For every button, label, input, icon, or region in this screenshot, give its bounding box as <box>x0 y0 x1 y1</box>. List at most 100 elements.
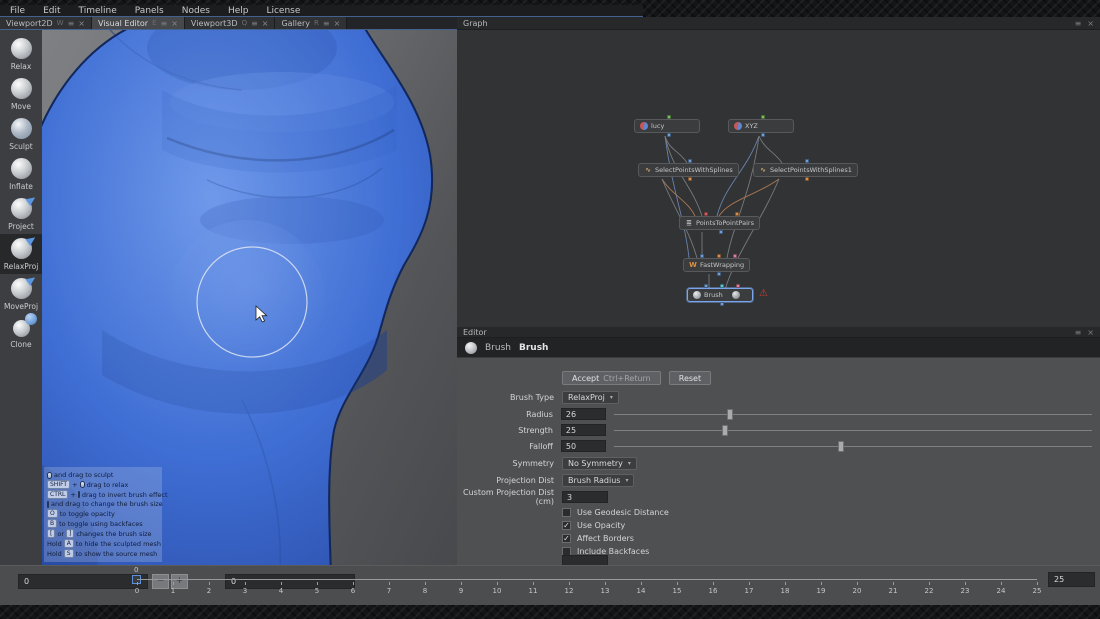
tab[interactable]: Viewport3D Q ≡ × <box>185 17 276 29</box>
tab[interactable]: Viewport2D W ≡ × <box>0 17 92 29</box>
node-port[interactable] <box>805 177 809 181</box>
tool-label: Project <box>8 222 34 231</box>
reset-button[interactable]: Reset <box>669 371 711 385</box>
custom-projection-dist-field[interactable]: 3 <box>562 491 608 503</box>
help-text: to hide the sculpted mesh <box>76 540 161 548</box>
menu-item[interactable]: Timeline <box>79 6 117 16</box>
radius-field[interactable]: 26 <box>561 408 607 420</box>
graph-node[interactable]: XYZ ⚠ <box>728 119 794 133</box>
symmetry-dropdown[interactable]: No Symmetry ▾ <box>562 457 637 470</box>
tab[interactable]: Gallery R ≡ × <box>275 17 347 29</box>
accept-button[interactable]: Accept Ctrl+Return <box>562 371 661 385</box>
timeline-end-field[interactable]: 25 <box>1048 572 1095 587</box>
menu-item[interactable]: Nodes <box>182 6 210 16</box>
tool-button[interactable]: Clone <box>0 314 42 352</box>
tab-shortcut: R <box>314 19 319 27</box>
help-text: Hold <box>47 550 62 558</box>
node-port[interactable] <box>717 254 721 258</box>
brush-type-dropdown[interactable]: RelaxProj ▾ <box>562 391 619 404</box>
node-port[interactable] <box>667 115 671 119</box>
viewport-3d[interactable]: and drag to sculptSHIFT+drag to relaxCTR… <box>42 30 457 565</box>
panel-menu-icon[interactable]: ≡ <box>1075 19 1082 28</box>
node-port[interactable] <box>717 272 721 276</box>
accept-shortcut: Ctrl+Return <box>603 374 650 383</box>
strength-slider[interactable] <box>614 424 1092 436</box>
node-name-text: Brush <box>519 343 548 353</box>
checkbox[interactable] <box>562 534 571 543</box>
slider-handle[interactable] <box>838 441 844 452</box>
clipped-row-field[interactable] <box>562 555 608 565</box>
node-port[interactable] <box>735 212 739 216</box>
panel-menu-icon[interactable]: ≡ <box>1075 328 1082 337</box>
node-port[interactable] <box>720 302 724 306</box>
node-port[interactable] <box>704 212 708 216</box>
checkbox[interactable] <box>562 521 571 530</box>
tool-button[interactable]: Move <box>0 74 42 114</box>
tab-close-icon[interactable]: × <box>262 19 269 28</box>
help-text: to toggle using backfaces <box>59 520 143 528</box>
key-badge: [ <box>47 529 55 538</box>
menu-item[interactable]: Panels <box>135 6 164 16</box>
projection-dist-dropdown[interactable]: Brush Radius ▾ <box>562 474 634 487</box>
graph-node[interactable]: Brush ⚠ <box>687 288 753 302</box>
graph-node[interactable]: SelectPointsWithSplines ⚠ <box>638 163 739 177</box>
node-port[interactable] <box>719 230 723 234</box>
tab-close-icon[interactable]: × <box>78 19 85 28</box>
graph-node[interactable]: PointsToPointPairs ⚠ <box>679 216 760 230</box>
checkbox-row[interactable]: Affect Borders <box>562 532 669 545</box>
tab-close-icon[interactable]: × <box>334 19 341 28</box>
tool-button[interactable]: Relax <box>0 34 42 74</box>
slider-handle[interactable] <box>722 425 728 436</box>
tab[interactable]: Visual Editor E ≡ × <box>92 17 185 29</box>
slider-handle[interactable] <box>727 409 733 420</box>
graph-node[interactable]: lucy ⚠ <box>634 119 700 133</box>
node-output-ports <box>764 177 851 181</box>
brush-tool-icon <box>11 158 32 179</box>
tool-label: Sculpt <box>9 142 32 151</box>
node-port[interactable] <box>688 177 692 181</box>
help-line: [or]changes the brush size <box>47 529 159 538</box>
node-port[interactable] <box>733 254 737 258</box>
tool-button[interactable]: RelaxProj <box>0 234 42 274</box>
timeline-start-field[interactable]: 0 <box>18 574 148 589</box>
tab-menu-icon[interactable]: ≡ <box>323 19 330 28</box>
tab-menu-icon[interactable]: ≡ <box>161 19 168 28</box>
menu-item[interactable]: File <box>10 6 25 16</box>
checkbox-row[interactable]: Use Opacity <box>562 519 669 532</box>
node-graph-canvas[interactable]: lucy ⚠ XYZ ⚠ <box>457 30 1100 327</box>
node-port[interactable] <box>761 115 765 119</box>
checkbox-row[interactable]: Use Geodesic Distance <box>562 506 669 519</box>
tab-shortcut: Q <box>242 19 248 27</box>
node-port[interactable] <box>805 159 809 163</box>
node-port[interactable] <box>761 133 765 137</box>
panel-close-icon[interactable]: × <box>1087 19 1094 28</box>
node-port[interactable] <box>688 159 692 163</box>
falloff-slider[interactable] <box>614 440 1092 452</box>
checkbox[interactable] <box>562 508 571 517</box>
menu-item[interactable]: Edit <box>43 6 60 16</box>
editor-panel-title: Editor <box>463 328 1069 337</box>
graph-node[interactable]: FastWrapping ⚠ <box>683 258 750 272</box>
tick-label: 19 <box>817 587 826 595</box>
node-port[interactable] <box>736 284 740 288</box>
graph-node[interactable]: SelectPointsWithSplines1 ⚠ <box>753 163 858 177</box>
key-badge: ] <box>66 529 74 538</box>
tab-menu-icon[interactable]: ≡ <box>251 19 258 28</box>
menu-item[interactable]: Help <box>228 6 249 16</box>
panel-close-icon[interactable]: × <box>1087 328 1094 337</box>
timeline-ruler[interactable] <box>137 579 1037 580</box>
menu-item[interactable]: License <box>266 6 300 16</box>
node-port[interactable] <box>700 254 704 258</box>
node-port[interactable] <box>667 133 671 137</box>
tab-close-icon[interactable]: × <box>171 19 178 28</box>
tool-button[interactable]: Project <box>0 194 42 234</box>
strength-field[interactable]: 25 <box>561 424 607 436</box>
falloff-field[interactable]: 50 <box>561 440 607 452</box>
radius-slider[interactable] <box>614 408 1092 420</box>
tool-button[interactable]: Inflate <box>0 154 42 194</box>
tool-button[interactable]: Sculpt <box>0 114 42 154</box>
tool-button[interactable]: MoveProj <box>0 274 42 314</box>
tab-menu-icon[interactable]: ≡ <box>68 19 75 28</box>
node-port[interactable] <box>704 284 708 288</box>
node-port[interactable] <box>720 284 724 288</box>
